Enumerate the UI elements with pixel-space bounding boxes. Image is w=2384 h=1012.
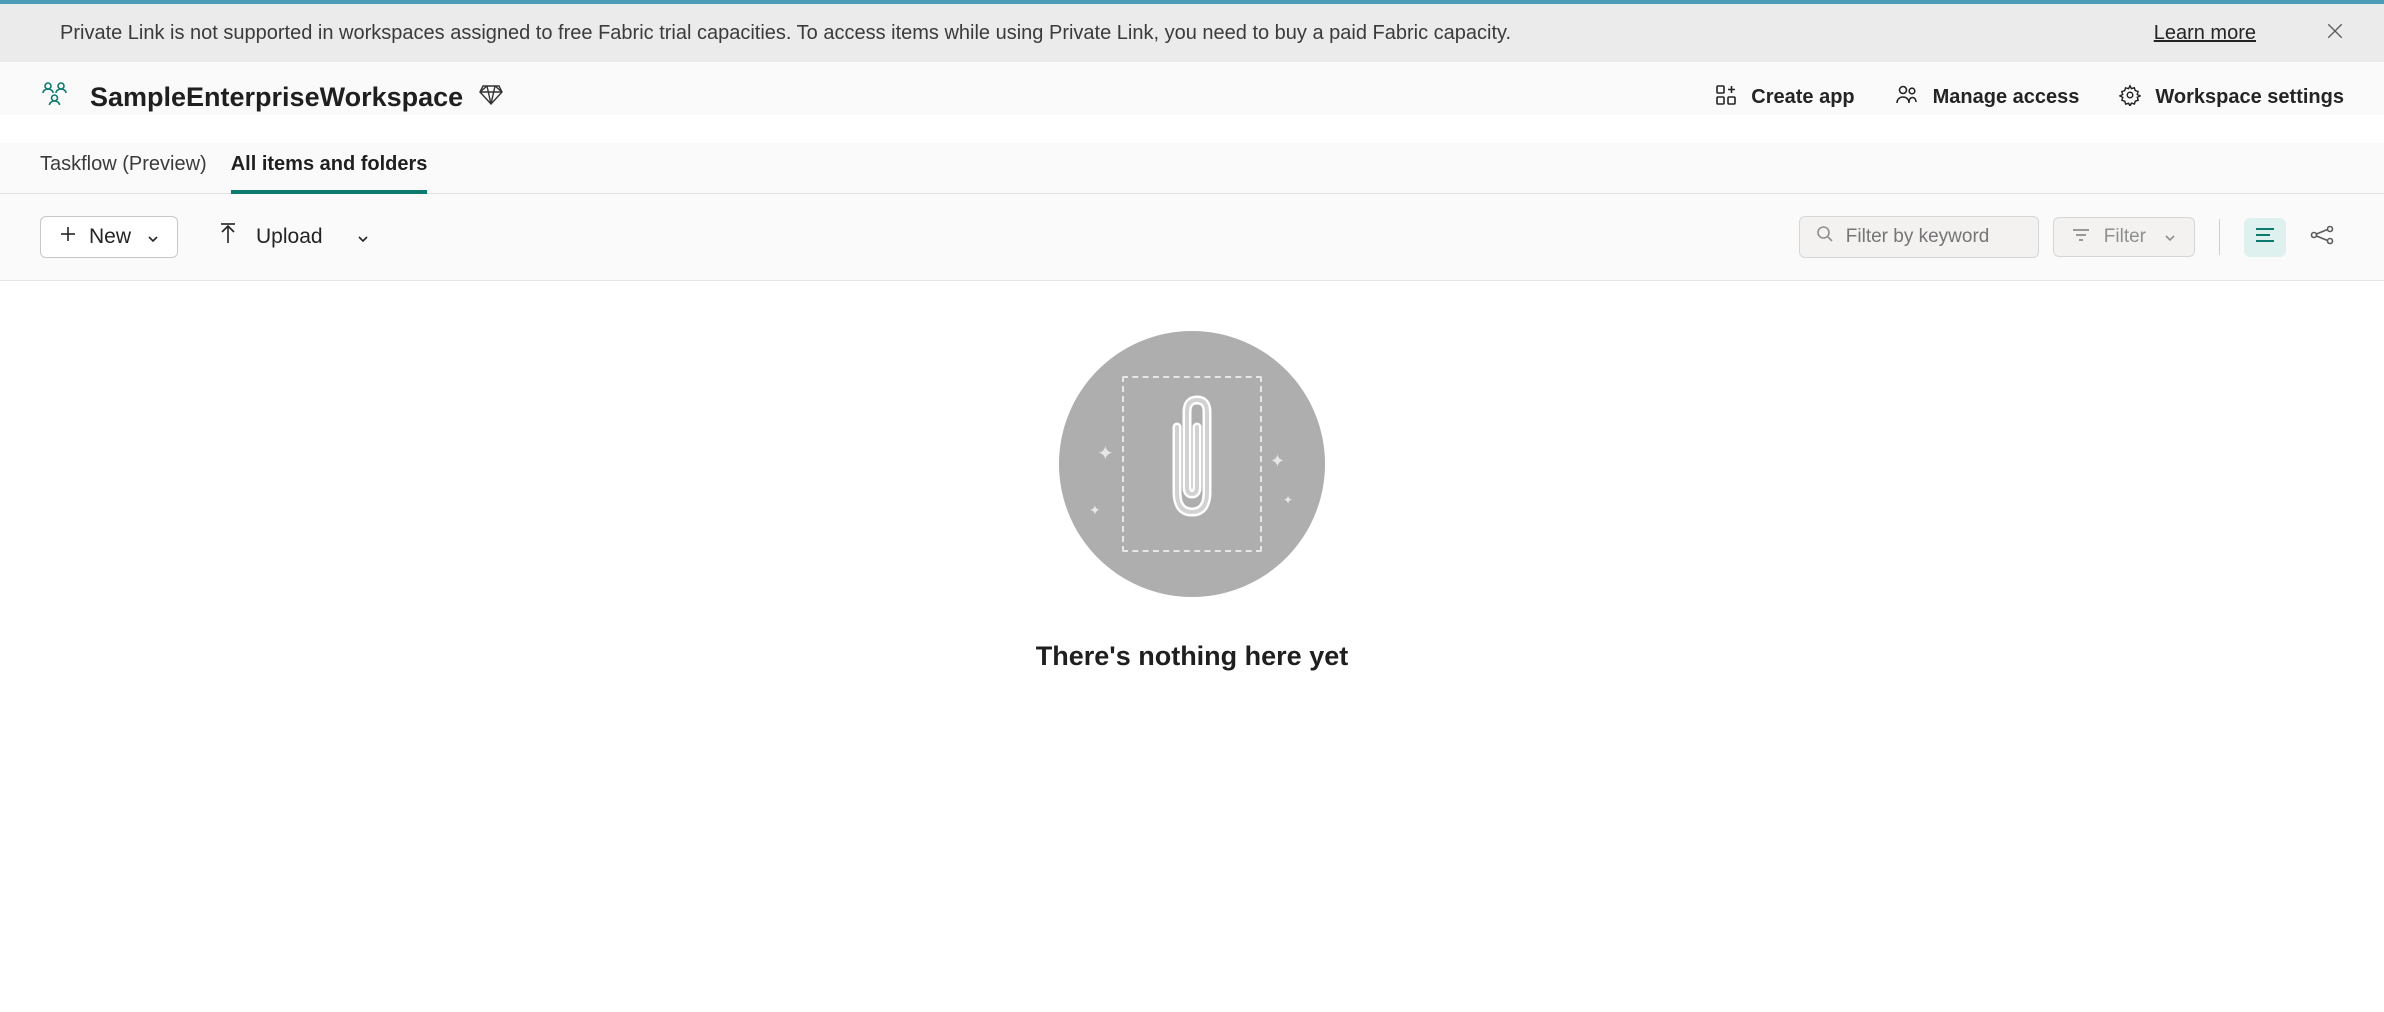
people-icon bbox=[1895, 84, 1919, 112]
toolbar-divider bbox=[2219, 219, 2220, 255]
manage-access-button[interactable]: Manage access bbox=[1895, 84, 2080, 112]
list-icon bbox=[2254, 226, 2276, 249]
workspace-settings-label: Workspace settings bbox=[2155, 86, 2344, 109]
list-view-toggle[interactable] bbox=[2244, 218, 2286, 257]
toolbar-right: Filter bbox=[1799, 216, 2344, 258]
filter-icon bbox=[2072, 226, 2090, 248]
create-app-button[interactable]: Create app bbox=[1715, 84, 1854, 112]
lineage-icon bbox=[2310, 225, 2334, 250]
lineage-view-toggle[interactable] bbox=[2300, 217, 2344, 258]
workspace-title-group: SampleEnterpriseWorkspace bbox=[40, 80, 503, 115]
sparkle-icon: ✦ bbox=[1270, 451, 1285, 472]
plus-icon bbox=[59, 225, 77, 249]
gear-icon bbox=[2119, 84, 2141, 112]
chevron-down-icon bbox=[2164, 226, 2176, 248]
empty-state: ✦ ✦ ✦ ✦ There's nothing here yet bbox=[0, 281, 2384, 722]
workspace-header: SampleEnterpriseWorkspace Cr bbox=[0, 62, 2384, 115]
tab-taskflow[interactable]: Taskflow (Preview) bbox=[40, 143, 207, 194]
learn-more-link[interactable]: Learn more bbox=[2154, 22, 2256, 45]
filter-keyword-field[interactable] bbox=[1846, 226, 2022, 248]
tab-all-items[interactable]: All items and folders bbox=[231, 143, 428, 194]
chevron-down-icon bbox=[357, 225, 369, 249]
close-icon[interactable] bbox=[2316, 20, 2354, 46]
workspace-actions-group: Create app Manage access Workspace s bbox=[1715, 84, 2344, 112]
workspace-name: SampleEnterpriseWorkspace bbox=[90, 82, 463, 113]
sparkle-icon: ✦ bbox=[1283, 493, 1293, 507]
toolbar: New Upload bbox=[0, 194, 2384, 281]
banner-text: Private Link is not supported in workspa… bbox=[30, 22, 2154, 45]
workspace-icon bbox=[40, 80, 74, 115]
app-icon bbox=[1715, 84, 1737, 112]
upload-label: Upload bbox=[256, 225, 323, 249]
notification-banner: Private Link is not supported in workspa… bbox=[0, 4, 2384, 62]
sparkle-icon: ✦ bbox=[1089, 502, 1101, 519]
upload-icon bbox=[218, 223, 238, 251]
banner-actions: Learn more bbox=[2154, 20, 2354, 46]
paperclip-icon bbox=[1158, 392, 1226, 537]
tabs-container: Taskflow (Preview) All items and folders bbox=[0, 143, 2384, 194]
create-app-label: Create app bbox=[1751, 86, 1854, 109]
new-button[interactable]: New bbox=[40, 216, 178, 258]
filter-keyword-input[interactable] bbox=[1799, 216, 2039, 258]
manage-access-label: Manage access bbox=[1933, 86, 2080, 109]
diamond-icon bbox=[479, 85, 503, 110]
workspace-settings-button[interactable]: Workspace settings bbox=[2119, 84, 2344, 112]
toolbar-left: New Upload bbox=[40, 216, 369, 258]
upload-button[interactable]: Upload bbox=[218, 223, 369, 251]
filter-label: Filter bbox=[2104, 226, 2146, 248]
empty-heading: There's nothing here yet bbox=[1036, 641, 1348, 672]
chevron-down-icon bbox=[147, 225, 159, 249]
filter-button[interactable]: Filter bbox=[2053, 217, 2195, 257]
sparkle-icon: ✦ bbox=[1097, 441, 1114, 466]
search-icon bbox=[1816, 225, 1834, 249]
empty-illustration: ✦ ✦ ✦ ✦ bbox=[1059, 331, 1325, 597]
new-label: New bbox=[89, 225, 131, 249]
